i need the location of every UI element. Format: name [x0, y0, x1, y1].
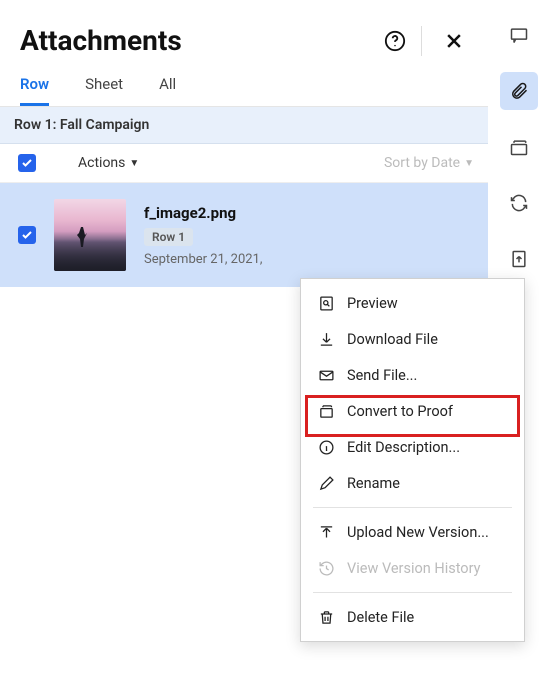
menu-label: Delete File [347, 609, 414, 626]
rail-attachments-button[interactable] [500, 72, 538, 110]
tab-sheet[interactable]: Sheet [85, 75, 123, 106]
context-menu: Preview Download File Send File... Conve… [300, 278, 525, 642]
close-button[interactable] [440, 27, 468, 55]
download-icon [317, 330, 335, 348]
pencil-icon [317, 474, 335, 492]
attachment-row[interactable]: f_image2.png Row 1 September 21, 2021, [0, 183, 488, 287]
preview-icon [317, 294, 335, 312]
info-icon [317, 438, 335, 456]
menu-label: Rename [347, 475, 400, 492]
refresh-icon [509, 193, 529, 213]
attachment-filename: f_image2.png [144, 204, 262, 222]
menu-edit-description[interactable]: Edit Description... [301, 429, 524, 465]
header-separator [421, 26, 422, 56]
sort-label: Sort by Date [384, 155, 460, 171]
menu-send[interactable]: Send File... [301, 357, 524, 393]
menu-rename[interactable]: Rename [301, 465, 524, 501]
menu-upload-new-version[interactable]: Upload New Version... [301, 514, 524, 550]
menu-label: View Version History [347, 560, 480, 577]
attachment-checkbox[interactable] [18, 226, 36, 244]
history-icon [317, 559, 335, 577]
menu-version-history: View Version History [301, 550, 524, 586]
menu-label: Convert to Proof [347, 403, 453, 420]
attachment-row-badge: Row 1 [144, 228, 193, 246]
menu-delete[interactable]: Delete File [301, 599, 524, 635]
help-icon [384, 30, 406, 52]
rail-export-button[interactable] [500, 240, 538, 278]
upload-icon [317, 523, 335, 541]
menu-label: Upload New Version... [347, 524, 489, 541]
menu-convert-to-proof[interactable]: Convert to Proof [301, 393, 524, 429]
export-icon [509, 249, 529, 269]
row-header: Row 1: Fall Campaign [0, 107, 488, 144]
menu-label: Download File [347, 331, 438, 348]
tab-all[interactable]: All [159, 75, 176, 106]
menu-preview[interactable]: Preview [301, 285, 524, 321]
proof-icon [317, 402, 335, 420]
actions-dropdown[interactable]: Actions ▼ [78, 155, 139, 171]
menu-label: Send File... [347, 367, 417, 384]
attachment-icon [509, 81, 529, 101]
select-all-checkbox[interactable] [18, 154, 36, 172]
tab-row[interactable]: Row [20, 75, 49, 106]
trash-icon [317, 608, 335, 626]
rail-proofs-button[interactable] [500, 128, 538, 166]
sort-dropdown[interactable]: Sort by Date ▼ [384, 155, 474, 171]
attachment-thumbnail[interactable] [54, 199, 126, 271]
check-icon [21, 157, 33, 169]
help-button[interactable] [381, 27, 409, 55]
menu-separator [313, 507, 512, 508]
menu-download[interactable]: Download File [301, 321, 524, 357]
caret-down-icon: ▼ [129, 158, 139, 169]
caret-down-icon: ▼ [464, 158, 474, 169]
attachment-date: September 21, 2021, [144, 252, 262, 267]
proof-icon [509, 137, 529, 157]
comment-icon [509, 25, 529, 45]
close-icon [444, 31, 464, 51]
rail-comments-button[interactable] [500, 16, 538, 54]
rail-refresh-button[interactable] [500, 184, 538, 222]
menu-label: Edit Description... [347, 439, 460, 456]
menu-label: Preview [347, 295, 398, 312]
check-icon [21, 229, 33, 241]
actions-label: Actions [78, 155, 125, 171]
envelope-icon [317, 366, 335, 384]
panel-title: Attachments [20, 24, 375, 57]
menu-separator [313, 592, 512, 593]
